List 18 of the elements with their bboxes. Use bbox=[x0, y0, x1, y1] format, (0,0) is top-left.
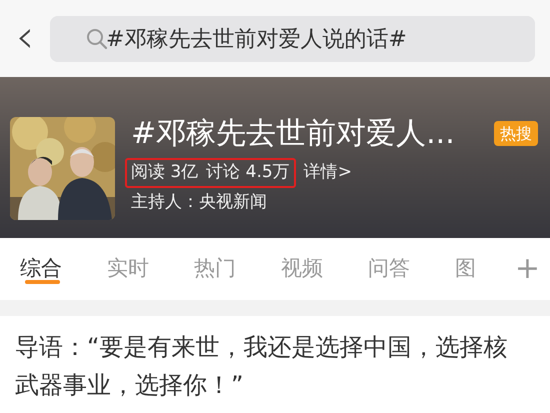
hot-search-badge: 热搜 bbox=[494, 121, 538, 146]
tab-underline bbox=[25, 280, 60, 284]
tab[interactable]: 视频 bbox=[281, 238, 368, 300]
intro-text: 导语：“要是有来世，我还是选择中国，选择核武器事业，选择你！” bbox=[14, 332, 508, 401]
tab[interactable]: 实时 bbox=[107, 238, 194, 300]
search-icon bbox=[86, 28, 108, 50]
tab[interactable]: 问答 bbox=[368, 238, 455, 300]
tab[interactable]: 图 bbox=[455, 238, 495, 300]
details-link[interactable]: 详情> bbox=[304, 160, 352, 186]
tab[interactable]: 综合 bbox=[20, 238, 107, 300]
host-text: 主持人：央视新闻 bbox=[131, 190, 268, 214]
topic-title: #邓稼先去世前对爱人... bbox=[131, 117, 455, 150]
stat-text: 阅读 3亿 bbox=[131, 161, 198, 184]
back-button[interactable]: ‹ bbox=[4, 12, 46, 58]
tab[interactable]: 热门 bbox=[194, 238, 281, 300]
stat-text: 讨论 4.5万 bbox=[206, 161, 290, 184]
add-tab-button[interactable]: + bbox=[514, 254, 540, 284]
search-field[interactable]: #邓稼先去世前对爱人说的话# bbox=[50, 16, 535, 62]
